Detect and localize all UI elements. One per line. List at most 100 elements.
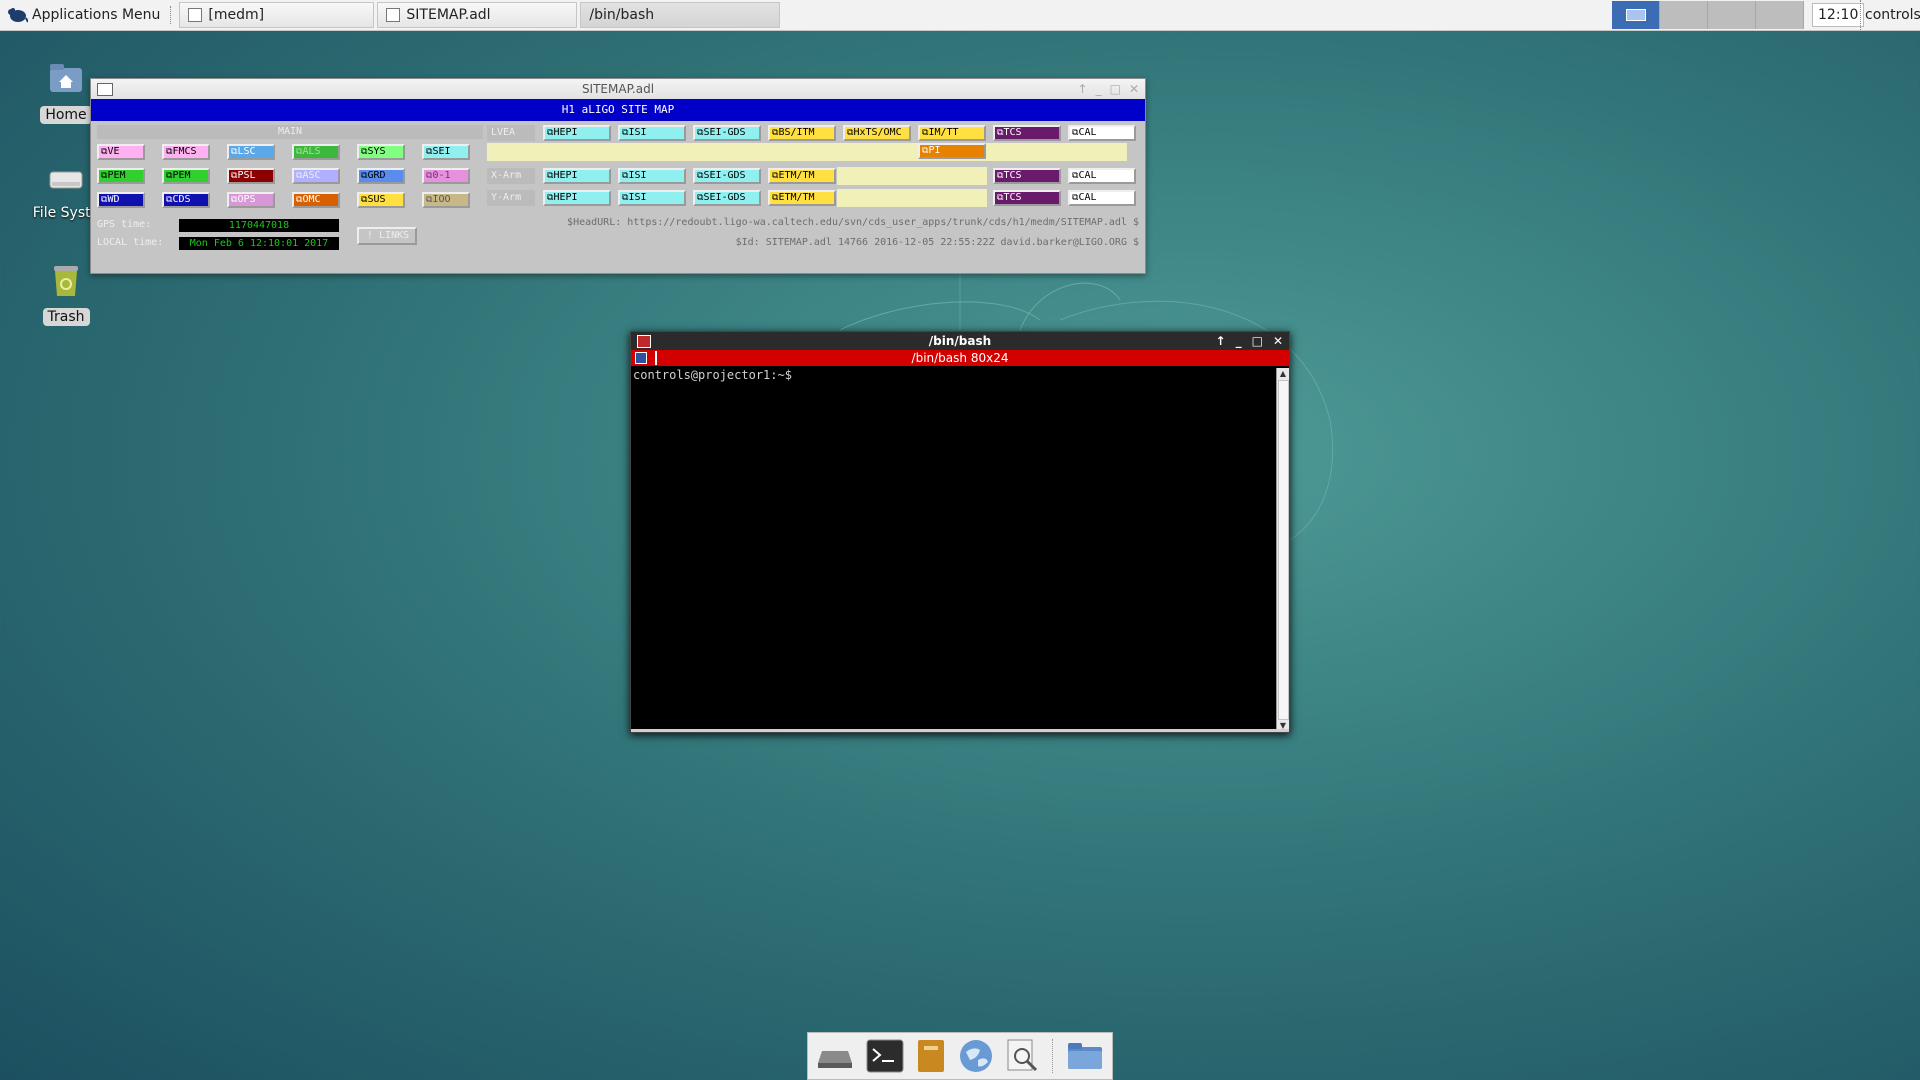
drive-icon[interactable] bbox=[816, 1037, 854, 1075]
main-btn-pem-2[interactable]: ⧉PEM bbox=[162, 168, 210, 184]
trash-icon bbox=[54, 266, 78, 296]
desktop-icon-label: Home bbox=[40, 106, 92, 124]
scroll-thumb[interactable] bbox=[1278, 380, 1289, 720]
main-btn-lsc[interactable]: ⧉LSC bbox=[227, 144, 275, 160]
local-time-value: Mon Feb 6 12:10:01 2017 bbox=[179, 237, 339, 250]
scroll-up-icon[interactable]: ▲ bbox=[1277, 368, 1289, 380]
terminal-scrollbar[interactable]: ▲ ▼ bbox=[1276, 368, 1289, 732]
workspace-4[interactable] bbox=[1756, 1, 1804, 29]
drive-icon bbox=[49, 171, 83, 189]
files-icon[interactable] bbox=[916, 1037, 946, 1075]
task-button-sitemap[interactable]: SITEMAP.adl bbox=[377, 2, 578, 28]
main-section-label: MAIN bbox=[97, 125, 483, 139]
main-btn-psl[interactable]: ⧉PSL bbox=[227, 168, 275, 184]
lvea-btn-bs-itm[interactable]: ⧉BS/ITM bbox=[768, 125, 836, 141]
user-menu[interactable]: controls bbox=[1860, 0, 1920, 30]
lvea-btn-hxts-omc[interactable]: ⧉HxTS/OMC bbox=[843, 125, 911, 141]
xarm-btn-cal[interactable]: ⧉CAL bbox=[1068, 168, 1136, 184]
yarm-label: Y-Arm bbox=[487, 190, 535, 206]
yarm-btn-sei-gds[interactable]: ⧉SEI-GDS bbox=[693, 190, 761, 206]
terminal-menu-icon[interactable] bbox=[635, 352, 647, 364]
desktop-icon-label: Trash bbox=[42, 308, 90, 326]
maximize-icon[interactable]: □ bbox=[1252, 332, 1263, 350]
head-url-text: $HeadURL: https://redoubt.ligo-wa.caltec… bbox=[567, 217, 1139, 228]
shade-icon[interactable]: ↑ bbox=[1216, 332, 1226, 350]
workspace-switcher bbox=[1612, 1, 1804, 29]
main-btn-sei[interactable]: ⧉SEI bbox=[422, 144, 470, 160]
yarm-btn-etm-tm[interactable]: ⧉ETM/TM bbox=[768, 190, 836, 206]
xarm-btn-sei-gds[interactable]: ⧉SEI-GDS bbox=[693, 168, 761, 184]
lvea-btn-im-tt[interactable]: ⧉IM/TT bbox=[918, 125, 986, 141]
main-btn-omc[interactable]: ⧉OMC bbox=[292, 192, 340, 208]
terminal-status-bar: /bin/bash 80x24 bbox=[631, 350, 1289, 366]
panel-separator bbox=[170, 6, 175, 24]
main-btn-ve[interactable]: ⧉VE bbox=[97, 144, 145, 160]
window-icon bbox=[188, 8, 203, 22]
xarm-btn-etm-tm[interactable]: ⧉ETM/TM bbox=[768, 168, 836, 184]
main-btn-pem[interactable]: ⧉PEM bbox=[97, 168, 145, 184]
lvea-strip bbox=[487, 143, 1127, 161]
shade-icon[interactable]: ↑ bbox=[1078, 79, 1088, 99]
task-label: [medm] bbox=[208, 7, 265, 23]
yarm-strip bbox=[837, 189, 987, 207]
window-menu-icon[interactable] bbox=[97, 83, 113, 96]
lvea-btn-isi[interactable]: ⧉ISI bbox=[618, 125, 686, 141]
task-label: /bin/bash bbox=[589, 7, 655, 23]
xarm-btn-tcs[interactable]: ⧉TCS bbox=[993, 168, 1061, 184]
links-button[interactable]: ! LINKS bbox=[357, 227, 417, 245]
lvea-btn-pi[interactable]: ⧉PI bbox=[918, 143, 986, 159]
maximize-icon[interactable]: □ bbox=[1110, 79, 1121, 99]
dock-separator bbox=[1052, 1039, 1054, 1073]
terminal-bottom-border bbox=[631, 729, 1289, 732]
sitemap-banner: H1 aLIGO SITE MAP bbox=[91, 99, 1145, 121]
local-time-label: LOCAL time: bbox=[97, 237, 164, 248]
yarm-btn-isi[interactable]: ⧉ISI bbox=[618, 190, 686, 206]
folder-icon[interactable] bbox=[1066, 1037, 1104, 1075]
workspace-1[interactable] bbox=[1612, 1, 1660, 29]
terminal-size-label: /bin/bash 80x24 bbox=[911, 351, 1009, 365]
task-button-medm[interactable]: [medm] bbox=[179, 2, 375, 28]
clock[interactable]: 12:10 bbox=[1812, 3, 1865, 27]
main-btn-cds[interactable]: ⧉CDS bbox=[162, 192, 210, 208]
main-btn-fmcs[interactable]: ⧉FMCS bbox=[162, 144, 210, 160]
xarm-strip bbox=[837, 167, 987, 185]
lvea-btn-hepi[interactable]: ⧉HEPI bbox=[543, 125, 611, 141]
workspace-3[interactable] bbox=[1708, 1, 1756, 29]
lvea-btn-sei-gds[interactable]: ⧉SEI-GDS bbox=[693, 125, 761, 141]
close-icon[interactable]: ✕ bbox=[1273, 332, 1283, 350]
terminal-window[interactable]: /bin/bash ↑ _ □ ✕ /bin/bash 80x24 contro… bbox=[630, 331, 1290, 733]
main-btn-0-1[interactable]: ⧉0-1 bbox=[422, 168, 470, 184]
main-btn-als[interactable]: ⧉ALS bbox=[292, 144, 340, 160]
main-btn-asc[interactable]: ⧉ASC bbox=[292, 168, 340, 184]
yarm-btn-tcs[interactable]: ⧉TCS bbox=[993, 190, 1061, 206]
shell-prompt: controls@projector1:~$ bbox=[633, 368, 792, 382]
search-icon[interactable] bbox=[1006, 1037, 1040, 1075]
task-label: SITEMAP.adl bbox=[406, 7, 491, 23]
minimize-icon[interactable]: _ bbox=[1096, 79, 1102, 99]
browser-icon[interactable] bbox=[958, 1037, 994, 1075]
yarm-btn-cal[interactable]: ⧉CAL bbox=[1068, 190, 1136, 206]
xarm-btn-isi[interactable]: ⧉ISI bbox=[618, 168, 686, 184]
terminal-content[interactable]: controls@projector1:~$ bbox=[633, 368, 1275, 728]
main-btn-wd[interactable]: ⧉WD bbox=[97, 192, 145, 208]
main-btn-grd[interactable]: ⧉GRD bbox=[357, 168, 405, 184]
terminal-titlebar[interactable]: /bin/bash ↑ _ □ ✕ bbox=[631, 332, 1289, 350]
task-button-bash[interactable]: /bin/bash bbox=[580, 2, 1290, 733]
workspace-2[interactable] bbox=[1660, 1, 1708, 29]
top-panel: Applications Menu [medm] SITEMAP.adl /bi… bbox=[0, 0, 1920, 733]
minimize-icon[interactable]: _ bbox=[1236, 332, 1242, 350]
terminal-icon[interactable] bbox=[866, 1037, 904, 1075]
lvea-btn-cal[interactable]: ⧉CAL bbox=[1068, 125, 1136, 141]
sitemap-titlebar[interactable]: SITEMAP.adl ↑ _ □ ✕ bbox=[91, 79, 1145, 99]
lvea-btn-tcs[interactable]: ⧉TCS bbox=[993, 125, 1061, 141]
terminal-icon[interactable] bbox=[637, 335, 651, 348]
main-btn-ops[interactable]: ⧉OPS bbox=[227, 192, 275, 208]
close-icon[interactable]: ✕ bbox=[1129, 79, 1139, 99]
applications-menu[interactable]: Applications Menu bbox=[0, 0, 166, 30]
main-btn-ioo[interactable]: ⧉IOO bbox=[422, 192, 470, 208]
gps-time-label: GPS time: bbox=[97, 219, 152, 230]
xarm-btn-hepi[interactable]: ⧉HEPI bbox=[543, 168, 611, 184]
main-btn-sys[interactable]: ⧉SYS bbox=[357, 144, 405, 160]
main-btn-sus[interactable]: ⧉SUS bbox=[357, 192, 405, 208]
yarm-btn-hepi[interactable]: ⧉HEPI bbox=[543, 190, 611, 206]
